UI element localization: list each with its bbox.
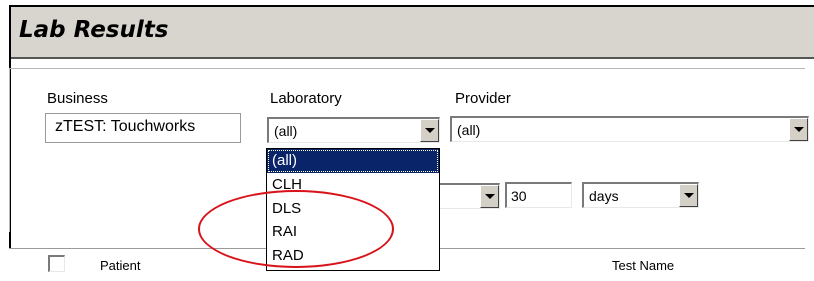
select-all-checkbox[interactable] [48, 255, 65, 272]
chevron-down-icon [793, 127, 804, 132]
range-unit-dropdown-button[interactable] [679, 184, 698, 207]
page-title: Lab Results [19, 17, 169, 43]
business-field: zTEST: Touchworks [45, 113, 241, 143]
provider-select-value: (all) [457, 122, 481, 138]
provider-label: Provider [455, 90, 511, 107]
range-amount-input[interactable]: 30 [505, 182, 572, 208]
chevron-down-icon [424, 128, 435, 133]
chevron-down-icon [683, 193, 694, 198]
provider-dropdown-button[interactable] [789, 118, 808, 141]
laboratory-label: Laboratory [270, 90, 342, 107]
business-label: Business [47, 90, 108, 107]
laboratory-select[interactable]: (all) [267, 117, 440, 143]
highlight-ellipse [198, 190, 394, 268]
column-header-test-name[interactable]: Test Name [612, 258, 674, 273]
column-header-patient[interactable]: Patient [100, 258, 140, 273]
chevron-down-icon [484, 194, 495, 199]
laboratory-option[interactable]: (all) [267, 149, 439, 173]
provider-select[interactable]: (all) [450, 116, 809, 142]
range-type-dropdown-button[interactable] [480, 185, 499, 208]
laboratory-dropdown-button[interactable] [420, 119, 439, 142]
title-bar: Lab Results [11, 7, 814, 59]
range-unit-select[interactable]: days [582, 182, 699, 208]
laboratory-select-value: (all) [274, 123, 298, 139]
range-unit-value: days [589, 188, 619, 204]
